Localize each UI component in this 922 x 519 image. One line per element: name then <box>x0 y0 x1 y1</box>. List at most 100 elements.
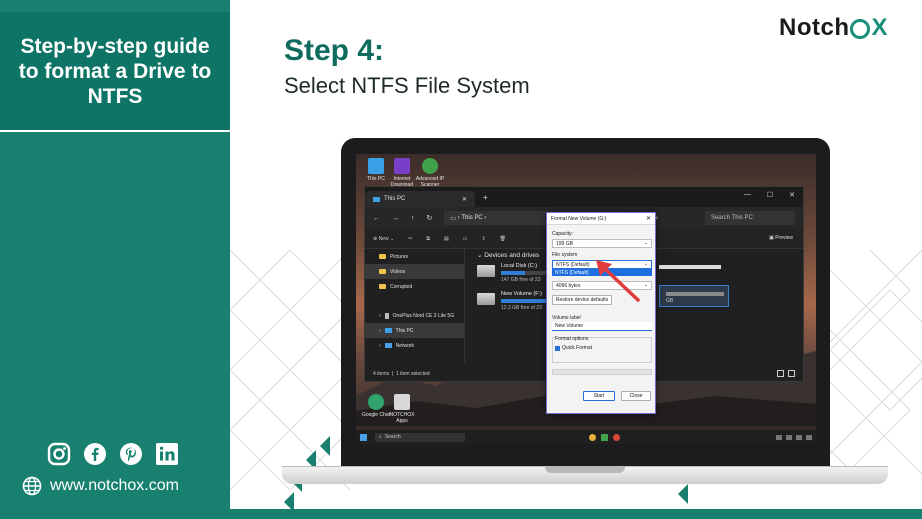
folder-icon <box>379 284 386 289</box>
step-subtitle: Select NTFS File System <box>284 73 530 98</box>
chevron-down-icon: ⌄ <box>643 261 648 267</box>
desktop-icon-scanner[interactable]: Advanced IP Scanner <box>412 158 448 188</box>
brand-o-icon <box>850 19 871 39</box>
filesystem-label: File system <box>552 252 578 258</box>
tiles-view-icon[interactable] <box>788 370 795 377</box>
globe-icon <box>22 476 42 496</box>
drive-tile-right[interactable]: GB <box>659 285 729 307</box>
volume-label-input[interactable]: New Volume <box>552 322 652 331</box>
chevron-right-icon: › <box>379 312 381 319</box>
taskbar-pinned-apps <box>589 433 620 441</box>
system-tray <box>776 434 812 440</box>
nav-item-videos[interactable]: Videos <box>365 264 464 279</box>
network-icon <box>384 343 392 348</box>
pinterest-icon[interactable] <box>118 441 144 467</box>
drive-bar-right <box>659 265 721 269</box>
close-icon[interactable]: ✕ <box>646 215 651 222</box>
view-toggle[interactable] <box>777 370 795 377</box>
navigation-pane: Pictures Videos Corrupted › OnePlus Nord … <box>365 249 465 363</box>
chevron-down-icon: ⌄ <box>643 282 648 288</box>
laptop-screen: This PC Internet Download Manager Advanc… <box>356 154 816 444</box>
drive-usage-fill <box>501 271 525 275</box>
chrome-icon[interactable] <box>589 433 596 441</box>
up-icon[interactable]: ↑ <box>411 215 415 222</box>
explorer-app-icon[interactable] <box>601 433 608 441</box>
idm-icon <box>394 158 410 174</box>
back-icon[interactable]: ← <box>373 215 380 222</box>
chrome-icon[interactable] <box>613 433 620 441</box>
tray-icon[interactable] <box>806 434 812 440</box>
chat-icon <box>368 394 384 410</box>
search-icon: ⌕ <box>379 434 382 440</box>
nav-item-oneplus[interactable]: › OnePlus Nord CE 2 Lite 5G <box>365 308 464 323</box>
bottom-strip <box>0 509 922 519</box>
monitor-icon <box>384 328 392 333</box>
guide-title: Step-by-step guide to format a Drive to … <box>18 34 212 108</box>
monitor-icon: ▭ <box>450 215 457 222</box>
cut-icon[interactable]: ✂ <box>408 236 412 242</box>
social-row <box>46 441 180 467</box>
search-input[interactable]: Search This PC <box>705 211 795 225</box>
capacity-select[interactable]: 199 GB ⌄ <box>552 239 652 248</box>
new-button[interactable]: ⊕ New ⌄ <box>373 236 394 242</box>
tray-icon[interactable] <box>786 434 792 440</box>
brand-suffix: X <box>871 14 888 41</box>
facebook-icon[interactable] <box>82 441 108 467</box>
maximize-icon[interactable]: ☐ <box>767 191 773 199</box>
format-dialog: Format New Volume (G:) ✕ Capacity: 199 G… <box>546 212 656 414</box>
windows-start-icon[interactable] <box>360 433 367 441</box>
drive-icon <box>477 293 495 305</box>
checkbox-checked-icon <box>555 345 560 351</box>
rename-icon[interactable]: ▭ <box>463 236 468 242</box>
nav-item-this-pc[interactable]: › This PC <box>365 323 464 338</box>
nav-item-pictures[interactable]: Pictures <box>365 249 464 264</box>
website-link[interactable]: www.notchox.com <box>50 477 179 495</box>
instagram-icon[interactable] <box>46 441 72 467</box>
new-tab-icon[interactable]: + <box>483 193 488 202</box>
paste-icon[interactable]: ▤ <box>444 236 449 242</box>
refresh-icon[interactable]: ↻ <box>427 214 433 222</box>
copy-icon[interactable]: ⧉ <box>426 236 430 242</box>
filesystem-select[interactable]: NTFS (Default) ⌄ <box>552 260 652 269</box>
format-options-label: Format options <box>555 336 589 342</box>
preview-button[interactable]: ▣ Preview <box>769 235 793 241</box>
volume-label: Volume label <box>552 315 581 321</box>
brand-prefix: Notch <box>778 14 850 41</box>
folder-icon <box>379 254 386 259</box>
restore-defaults-button[interactable]: Restore device defaults <box>552 295 612 305</box>
close-icon[interactable]: ✕ <box>789 191 795 199</box>
desktop-icon-apps[interactable]: NOTCHOX Apps <box>384 394 420 424</box>
close-button[interactable]: Close <box>621 391 651 401</box>
taskbar: ⌕ Search <box>356 430 816 444</box>
status-bar: 4 items | 1 item selected <box>373 371 430 377</box>
explorer-tabbar: This PC ✕ + — ☐ ✕ <box>365 187 803 207</box>
folder-icon <box>379 269 386 274</box>
taskbar-search[interactable]: ⌕ Search <box>375 432 465 442</box>
chevron-down-icon: ⌄ <box>643 240 648 246</box>
capacity-label: Capacity: <box>552 231 573 237</box>
apps-icon <box>394 394 410 410</box>
minimize-icon[interactable]: — <box>744 191 751 199</box>
tab-close-icon[interactable]: ✕ <box>462 196 467 203</box>
filesystem-option-ntfs[interactable]: NTFS (Default) <box>552 269 652 276</box>
laptop-notch <box>545 466 625 473</box>
quick-format-checkbox[interactable]: Quick Format <box>555 345 592 351</box>
tab-this-pc[interactable]: This PC ✕ <box>365 191 475 207</box>
details-view-icon[interactable] <box>777 370 784 377</box>
forward-icon[interactable]: → <box>392 215 399 222</box>
tray-icon[interactable] <box>796 434 802 440</box>
nav-item-network[interactable]: › Network <box>365 338 464 353</box>
brand-logo: Notch X <box>779 14 888 42</box>
drive-icon <box>477 265 495 277</box>
start-button[interactable]: Start <box>583 391 615 401</box>
chevron-right-icon: › <box>379 342 381 349</box>
share-icon[interactable]: ⇪ <box>481 236 485 242</box>
tray-icon[interactable] <box>776 434 782 440</box>
monitor-icon <box>368 158 384 174</box>
linkedin-icon[interactable] <box>154 441 180 467</box>
delete-icon[interactable]: 🗑 <box>500 236 506 242</box>
allocation-select[interactable]: 4096 bytes ⌄ <box>552 281 652 290</box>
left-panel: Step-by-step guide to format a Drive to … <box>0 0 230 519</box>
website-row[interactable]: www.notchox.com <box>22 476 179 496</box>
nav-item-corrupted[interactable]: Corrupted <box>365 279 464 294</box>
